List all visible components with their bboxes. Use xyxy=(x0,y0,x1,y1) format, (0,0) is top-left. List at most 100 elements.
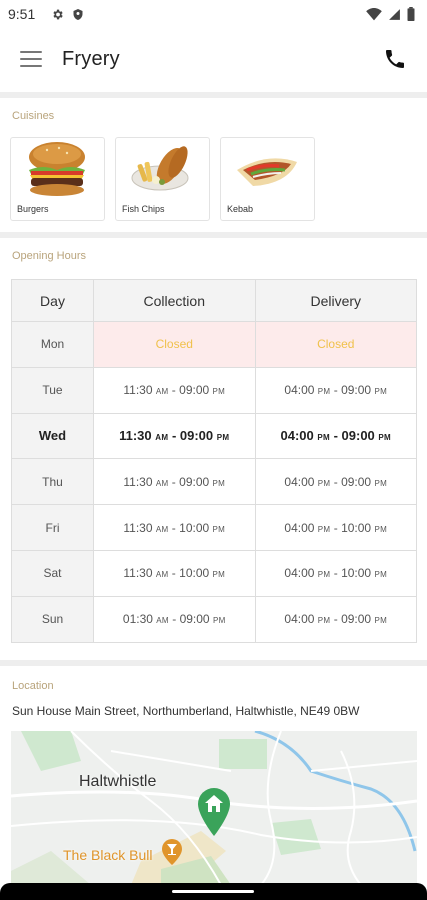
period-label: AM xyxy=(155,387,169,397)
period-label: PM xyxy=(374,616,388,626)
burger-image xyxy=(29,142,85,196)
location-pin-icon[interactable] xyxy=(198,788,230,836)
time-separator: - xyxy=(168,566,180,581)
opening-hours-label: Opening Hours xyxy=(12,250,86,262)
menu-icon[interactable] xyxy=(20,51,42,67)
delivery-hours-cell: 04:00 PM - 09:00 PM xyxy=(254,595,417,643)
collection-hours-cell: 11:30 AM - 09:00 PM xyxy=(93,366,256,414)
signal-icon xyxy=(389,8,400,20)
opening-hours-body: Mon Closed Closed Tue 11:30 AM - 09:00 PM 04:… xyxy=(11,321,417,643)
home-gesture-handle[interactable] xyxy=(172,890,254,893)
day-cell: Wed xyxy=(11,412,94,460)
cuisines-label: Cuisines xyxy=(12,110,55,122)
shield-icon xyxy=(73,8,83,20)
cuisine-name: Fish Chips xyxy=(122,204,165,214)
kebab-image xyxy=(237,158,297,186)
period-label: PM xyxy=(317,387,331,397)
map-town-label: Haltwhistle xyxy=(79,773,157,790)
day-cell: Tue xyxy=(11,366,94,414)
divider xyxy=(0,232,427,238)
day-cell: Thu xyxy=(11,458,94,506)
time-value: 04:00 xyxy=(284,612,315,627)
delivery-hours-cell: Closed xyxy=(254,321,417,368)
table-row: Mon Closed Closed xyxy=(11,321,417,368)
time-value: 09:00 xyxy=(341,612,372,627)
period-label: AM xyxy=(156,616,169,626)
time-value: 10:00 xyxy=(341,566,372,581)
time-value: 09:00 xyxy=(179,383,210,398)
collection-hours-cell: 11:30 AM - 09:00 PM xyxy=(93,412,256,460)
table-row: Fri 11:30 AM - 10:00 PM 04:00 PM - 10:00 P… xyxy=(11,504,417,551)
time-value: 09:00 xyxy=(179,612,210,627)
period-label: PM xyxy=(317,570,331,580)
period-label: PM xyxy=(212,524,226,534)
time-separator: - xyxy=(168,383,180,398)
cuisine-card-fish-chips[interactable]: Fish Chips xyxy=(115,137,210,221)
divider xyxy=(0,92,427,98)
status-time: 9:51 xyxy=(8,6,36,22)
header-day: Day xyxy=(11,279,94,322)
time-separator: - xyxy=(330,566,342,581)
time-value: 10:00 xyxy=(179,520,210,535)
divider xyxy=(0,660,427,666)
header-delivery: Delivery xyxy=(254,279,417,322)
time-separator: - xyxy=(168,474,180,489)
time-value: 09:00 xyxy=(179,474,210,489)
time-value: 11:30 xyxy=(123,474,153,489)
time-value: 09:00 xyxy=(341,428,375,444)
time-value: 04:00 xyxy=(284,474,315,489)
location-address: Sun House Main Street, Northumberland, H… xyxy=(12,704,360,718)
cuisine-card-kebab[interactable]: Kebab xyxy=(220,137,315,221)
delivery-hours-cell: 04:00 PM - 09:00 PM xyxy=(254,366,417,414)
period-label: PM xyxy=(212,570,226,580)
time-value: 11:30 xyxy=(123,520,153,535)
collection-hours-cell: 11:30 AM - 10:00 PM xyxy=(93,549,256,597)
delivery-hours-cell: 04:00 PM - 10:00 PM xyxy=(254,504,417,551)
time-value: 04:00 xyxy=(284,383,315,398)
location-label: Location xyxy=(12,680,54,692)
day-cell: Fri xyxy=(11,504,94,551)
delivery-hours-cell: 04:00 PM - 09:00 PM xyxy=(254,458,417,506)
app-bar: Fryery xyxy=(0,28,427,90)
time-separator: - xyxy=(168,428,180,444)
cuisine-name: Burgers xyxy=(17,204,49,214)
period-label: PM xyxy=(317,616,331,626)
table-row: Thu 11:30 AM - 09:00 PM 04:00 PM - 09:00 P… xyxy=(11,458,417,506)
period-label: PM xyxy=(374,570,388,580)
collection-hours-cell: 01:30 AM - 09:00 PM xyxy=(93,595,256,643)
period-label: PM xyxy=(317,524,331,534)
cuisines-list: Burgers Fish Chips Kebab xyxy=(10,137,315,221)
period-label: AM xyxy=(155,433,169,443)
time-value: 09:00 xyxy=(341,474,372,489)
delivery-hours-cell: 04:00 PM - 09:00 PM xyxy=(254,412,417,460)
time-value: 04:00 xyxy=(280,428,314,444)
opening-hours-table: Day Collection Delivery Mon Closed Closed T… xyxy=(11,279,417,643)
collection-hours-cell: Closed xyxy=(93,321,256,368)
period-label: PM xyxy=(374,387,388,397)
bar-pin-icon[interactable] xyxy=(162,839,182,865)
collection-hours-cell: 11:30 AM - 10:00 PM xyxy=(93,504,256,551)
day-cell: Sun xyxy=(11,595,94,643)
header-collection: Collection xyxy=(93,279,256,322)
wifi-icon xyxy=(366,7,382,20)
time-value: 04:00 xyxy=(284,520,315,535)
phone-icon[interactable] xyxy=(383,47,407,71)
map-poi-label: The Black Bull xyxy=(63,847,153,863)
time-separator: - xyxy=(330,520,342,535)
time-value: 10:00 xyxy=(341,520,372,535)
status-right xyxy=(366,7,415,21)
time-value: 10:00 xyxy=(179,566,210,581)
time-value: 09:00 xyxy=(341,383,372,398)
day-cell: Sat xyxy=(11,549,94,597)
table-row: Sun 01:30 AM - 09:00 PM 04:00 PM - 09:00 P… xyxy=(11,595,417,643)
period-label: PM xyxy=(317,478,331,488)
table-header-row: Day Collection Delivery xyxy=(11,279,417,322)
location-map[interactable]: Haltwhistle The Black Bull xyxy=(11,731,417,885)
navigation-bar xyxy=(0,883,427,900)
period-label: PM xyxy=(212,616,226,626)
collection-hours-cell: 11:30 AM - 09:00 PM xyxy=(93,458,256,506)
period-label: PM xyxy=(374,478,388,488)
fish-chips-image xyxy=(131,146,189,191)
cuisine-card-burgers[interactable]: Burgers xyxy=(10,137,105,221)
settings-icon xyxy=(53,9,63,19)
